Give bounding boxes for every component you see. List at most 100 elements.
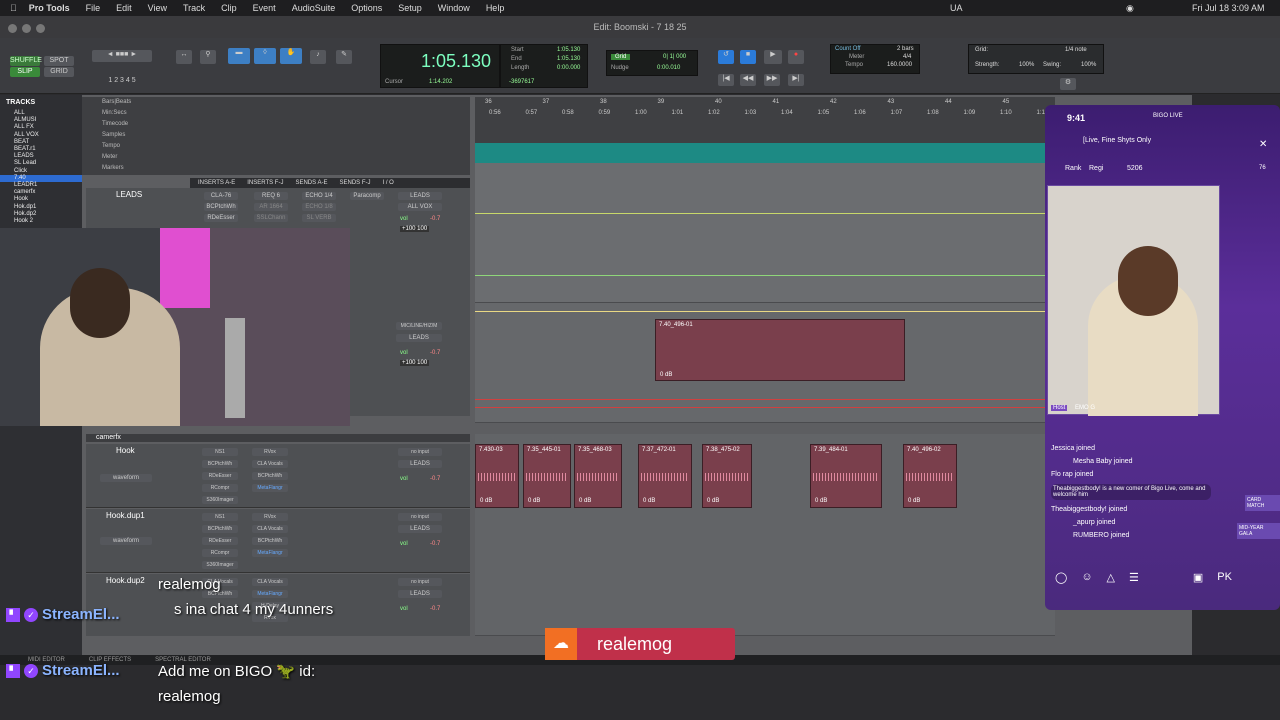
tracks-list-item[interactable]: camerfx: [0, 189, 82, 196]
insert-slot[interactable]: AR 1664: [254, 203, 288, 211]
slip-mode-button[interactable]: SLIP: [10, 67, 40, 77]
tracks-list-item[interactable]: LEADR1: [0, 182, 82, 189]
output-selector[interactable]: LEADS: [398, 590, 442, 598]
trim-tool-icon[interactable]: ▬: [228, 48, 250, 64]
meter-value[interactable]: 4/4: [903, 54, 911, 60]
tracks-list-item[interactable]: Hook: [0, 196, 82, 203]
magnifier-tool-icon[interactable]: ⚲: [200, 50, 216, 64]
selector-tool-icon[interactable]: ◊: [254, 48, 276, 64]
tracks-list-item[interactable]: ALMUSI: [0, 117, 82, 124]
track-name[interactable]: LEADS: [116, 190, 142, 199]
track-header-camerfx[interactable]: camerfx: [86, 434, 470, 442]
tracks-list-item[interactable]: BEAT: [0, 139, 82, 146]
send-slot[interactable]: ECHO 1/8: [302, 203, 336, 211]
clip-gain[interactable]: 0 dB: [480, 498, 492, 504]
volume-value[interactable]: -0.7: [430, 541, 440, 547]
app-menu[interactable]: Pro Tools: [29, 3, 70, 13]
stop-button[interactable]: ■: [740, 50, 756, 64]
event-badge[interactable]: MID-YEAR GALA: [1237, 523, 1280, 539]
insert-slot[interactable]: BCPtchWh: [252, 472, 288, 480]
zoom-window-button[interactable]: [36, 24, 45, 33]
go-to-end-button[interactable]: ▶|: [788, 74, 804, 86]
audio-clip[interactable]: 7.430-03 0 dB: [475, 444, 519, 508]
insert-slot[interactable]: RCompr: [202, 549, 238, 557]
grid-mode-button[interactable]: GRID: [44, 67, 74, 77]
send-slot[interactable]: Paracomp: [350, 192, 384, 200]
zoom-preset-buttons[interactable]: 1 2 3 4 5: [92, 76, 152, 86]
grid-label[interactable]: Grid: [611, 54, 631, 60]
insert-slot[interactable]: RVox: [252, 448, 288, 456]
insert-slot[interactable]: SSLChann: [254, 214, 288, 222]
length-value[interactable]: 0:00.000: [557, 65, 580, 71]
menu-clip[interactable]: Clip: [221, 3, 237, 13]
input-selector[interactable]: no input: [398, 448, 442, 456]
grabber-tool-icon[interactable]: ✋: [280, 48, 302, 64]
insert-slot[interactable]: RCompr: [202, 484, 238, 492]
host-name[interactable]: EMO G: [1075, 405, 1095, 411]
audio-clip[interactable]: 7.35_468-03 0 dB: [574, 444, 622, 508]
ruler-timecode[interactable]: Timecode: [82, 119, 470, 130]
insert-slot[interactable]: BCPtchWh: [204, 203, 238, 211]
audio-clip[interactable]: 7.35_445-01 0 dB: [523, 444, 571, 508]
spot-mode-button[interactable]: SPOT: [44, 56, 74, 66]
output-selector[interactable]: LEADS: [398, 460, 442, 468]
send-slot[interactable]: SL VERB: [302, 214, 336, 222]
menu-audiosuite[interactable]: AudioSuite: [292, 3, 336, 13]
zoomer-tool-icon[interactable]: ↔: [176, 50, 192, 64]
close-icon[interactable]: ✕: [1259, 139, 1267, 150]
play-button[interactable]: ▶: [764, 50, 782, 64]
quantize-display[interactable]: Grid: 1/4 note Strength: 100% Swing: 100…: [968, 44, 1104, 74]
tracks-list-item[interactable]: 7.40: [0, 174, 82, 183]
start-value[interactable]: 1:05.130: [557, 47, 580, 53]
clip-gain[interactable]: 0 dB: [815, 498, 827, 504]
insert-slot[interactable]: BCPtchWh: [202, 460, 238, 468]
menu-setup[interactable]: Setup: [398, 3, 422, 13]
tempo-value[interactable]: 160.0000: [887, 62, 912, 68]
track-header-hook-dup1[interactable]: Hook.dup1 waveform NS1 BCPtchWh RDeEsser…: [86, 509, 470, 573]
send-slot[interactable]: ECHO 1/4: [302, 192, 336, 200]
zoom-in-button[interactable]: ◄ ■■■ ►: [92, 50, 152, 62]
volume-value[interactable]: -0.7: [430, 476, 440, 482]
count-off-label[interactable]: Count Off: [835, 46, 861, 52]
ruler-bars[interactable]: Bars|Beats: [82, 97, 470, 108]
apple-icon[interactable]: : [10, 3, 17, 13]
go-to-start-button[interactable]: |◀: [718, 74, 734, 86]
menu-event[interactable]: Event: [253, 3, 276, 13]
insert-slot[interactable]: RDeEsser: [204, 214, 238, 222]
pk-icon[interactable]: PK: [1217, 571, 1232, 587]
track-lane-hook[interactable]: 7.430-03 0 dB 7.35_445-01 0 dB 7.35_468-03 0 …: [475, 434, 1055, 636]
insert-slot[interactable]: CLA-76: [204, 192, 238, 200]
chat-icon[interactable]: ◯: [1055, 571, 1067, 587]
insert-slot[interactable]: REQ 6: [254, 192, 288, 200]
volume-value[interactable]: -0.7: [430, 216, 440, 222]
tracks-list-item[interactable]: BEAT.r1: [0, 146, 82, 153]
forward-button[interactable]: ▶▶: [764, 74, 780, 86]
pencil-tool-icon[interactable]: ✎: [336, 50, 352, 64]
close-window-button[interactable]: [8, 24, 17, 33]
insert-slot[interactable]: BCPtchWh: [252, 537, 288, 545]
menu-help[interactable]: Help: [486, 3, 505, 13]
track-view-selector[interactable]: waveform: [100, 474, 152, 482]
track-header-leadr1[interactable]: MIC/LINE/HIZ/M LEADS vol -0.7 +100 100: [350, 296, 470, 416]
track-lane-leadr1[interactable]: 7.40_496-01 0 dB: [475, 303, 1055, 423]
pan-value[interactable]: +100 100: [400, 360, 430, 366]
rewind-button[interactable]: ◀◀: [740, 74, 756, 86]
clip-gain[interactable]: 0 dB: [908, 498, 920, 504]
emoji-icon[interactable]: ☺: [1081, 571, 1092, 587]
insert-slot[interactable]: RVox: [252, 513, 288, 521]
track-name[interactable]: Hook: [116, 446, 135, 455]
selection-display[interactable]: Start 1:05.130 End 1:05.130 Length 0:00.…: [500, 44, 588, 88]
input-selector[interactable]: no input: [398, 578, 442, 586]
insert-slot[interactable]: MetaFlangr: [252, 549, 288, 557]
tracks-list-item[interactable]: ALL VOX: [0, 132, 82, 139]
tracks-list-item[interactable]: Click: [0, 168, 82, 175]
menu-icon[interactable]: ☰: [1129, 571, 1139, 587]
ruler-markers[interactable]: Markers: [82, 163, 470, 174]
tracks-list-item[interactable]: LEADS: [0, 153, 82, 160]
audio-clip[interactable]: 7.40_496-02 0 dB: [903, 444, 957, 508]
room-title[interactable]: [Live, Fine Shyts Only: [1083, 137, 1151, 144]
rank-tag[interactable]: Rank: [1065, 165, 1081, 172]
game-icon[interactable]: ▣: [1193, 571, 1203, 587]
swing-value[interactable]: 100%: [1081, 62, 1096, 68]
insert-slot[interactable]: RDeEsser: [202, 472, 238, 480]
